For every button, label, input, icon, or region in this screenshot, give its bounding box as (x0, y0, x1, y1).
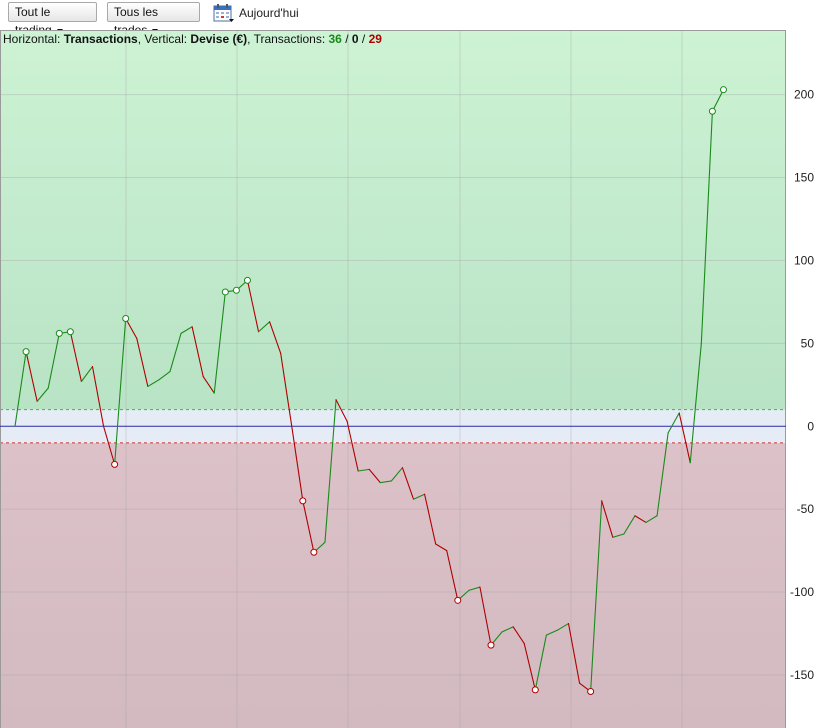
data-point-marker (708, 107, 716, 115)
y-tick-label: 200 (794, 88, 814, 102)
wins-count: 36 (328, 32, 342, 46)
horizontal-value: Transactions (63, 32, 138, 46)
data-point-marker (719, 86, 727, 94)
period-dropdown[interactable]: Tout le trading (8, 2, 97, 37)
horizontal-label: Horizontal: (3, 32, 64, 46)
data-point-marker (221, 288, 229, 296)
separator: / (341, 32, 352, 46)
data-point-marker (111, 460, 119, 468)
separator: / (358, 32, 369, 46)
y-tick-label: -150 (790, 668, 814, 682)
chart-info: Horizontal: Transactions, Vertical: Devi… (3, 32, 382, 46)
calendar-icon[interactable] (213, 3, 235, 23)
vertical-value: Devise (€) (190, 32, 248, 46)
y-tick-label: 50 (801, 336, 815, 350)
data-point-marker (487, 641, 495, 649)
data-point-marker (299, 497, 307, 505)
toolbar: Tout le trading Tous les trades Aujourd'… (0, 0, 831, 37)
y-tick-label: 100 (794, 253, 814, 267)
y-tick-label: -50 (797, 502, 815, 516)
data-point-marker (587, 688, 595, 696)
y-tick-label: 0 (807, 419, 814, 433)
data-point-marker (243, 276, 251, 284)
equity-chart: -150 -100 -50 0 50 100 150 200 Horizontal: Tran… (0, 30, 831, 728)
loss-zone (0, 442, 786, 728)
y-tick-label: -100 (790, 585, 814, 599)
profit-zone (0, 30, 786, 410)
data-point-marker (122, 314, 130, 322)
data-point-marker (454, 596, 462, 604)
data-point-marker (66, 328, 74, 336)
transactions-label: , Transactions: (247, 32, 329, 46)
data-point-marker (531, 686, 539, 694)
losses-count: 29 (368, 32, 382, 46)
date-label[interactable]: Aujourd'hui (239, 6, 299, 20)
trades-dropdown[interactable]: Tous les trades (107, 2, 200, 37)
data-point-marker (232, 286, 240, 294)
data-point-marker (22, 348, 30, 356)
vertical-label: , Vertical: (137, 32, 191, 46)
data-point-marker (55, 329, 63, 337)
equity-chart-svg: -150 -100 -50 0 50 100 150 200 (0, 30, 815, 728)
breakeven-count: 0 (351, 32, 359, 46)
data-point-marker (310, 548, 318, 556)
y-tick-label: 150 (794, 171, 814, 185)
